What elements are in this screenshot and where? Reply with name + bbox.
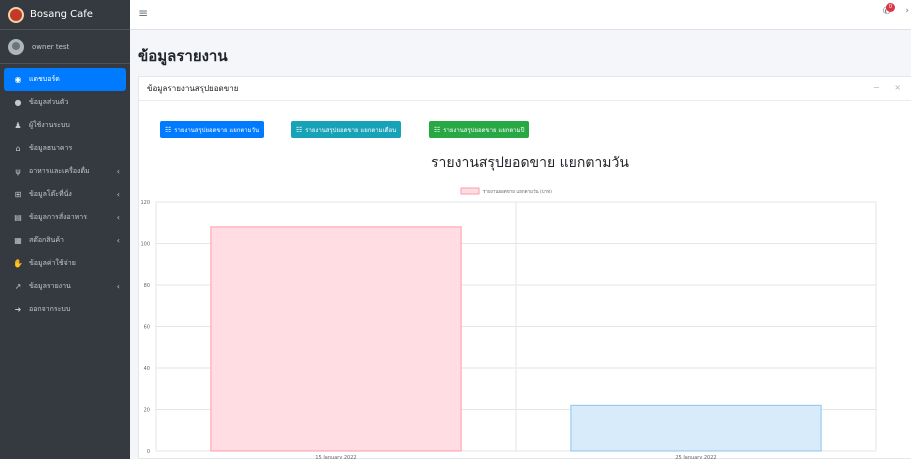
card-tools[interactable]: − ×: [873, 83, 907, 92]
chart-icon: ☷: [434, 125, 441, 134]
chevron-right-icon[interactable]: ›: [905, 6, 909, 16]
user-panel[interactable]: owner test: [0, 30, 130, 64]
chevron-left-icon: ‹: [116, 236, 120, 245]
brand-logo-icon: [8, 6, 24, 23]
bar-1: [570, 404, 822, 452]
sidebar-item-label: ผู้ใช้งานระบบ: [29, 121, 70, 129]
topbar: ≡ ✆ 0 ›: [130, 0, 911, 30]
dashboard-icon: ◉: [14, 75, 22, 84]
utensils-icon: ψ: [15, 167, 21, 176]
chevron-left-icon: ‹: [116, 190, 120, 199]
daily-report-button[interactable]: ☷ รายงานสรุปยอดขาย แยกตามวัน: [160, 121, 265, 138]
menu-toggle-icon[interactable]: ≡: [138, 6, 148, 20]
x-tick-label: 25 January 2022: [675, 455, 716, 459]
sidebar-item-label: ข้อมูลส่วนตัว: [29, 98, 69, 106]
y-tick-label: 60: [144, 325, 150, 331]
sidebar-item-9[interactable]: ↗ ข้อมูลรายงาน ‹: [4, 275, 126, 298]
daily-report-label: รายงานสรุปยอดขาย แยกตามวัน: [174, 126, 260, 134]
sidebar-item-label: ข้อมูลค่าใช้จ่าย: [29, 259, 76, 267]
sidebar-item-8[interactable]: ✋ ข้อมูลค่าใช้จ่าย: [4, 252, 126, 275]
y-tick-label: 20: [144, 408, 150, 414]
sidebar-item-3[interactable]: ⌂ ข้อมูลธนาคาร: [4, 137, 126, 160]
yearly-report-label: รายงานสรุปยอดขาย แยกตามปี: [443, 126, 525, 134]
user-circle-icon: ●: [14, 98, 22, 107]
legend-label: รายงานยอดขาย แยกตามวัน (บาท): [483, 189, 552, 195]
y-tick-label: 120: [140, 200, 150, 206]
sidebar-item-label: แดชบอร์ด: [29, 75, 60, 83]
users-icon: ♟: [14, 121, 22, 130]
legend-swatch: [460, 187, 480, 195]
receipt-icon: ▤: [14, 213, 22, 222]
y-tick-label: 0: [147, 449, 150, 455]
sidebar-item-label: อาหารและเครื่องดื่ม: [29, 167, 90, 175]
y-tick-label: 80: [144, 283, 150, 289]
monthly-report-button[interactable]: ☷ รายงานสรุปยอดขาย แยกตามเดือน: [291, 121, 402, 138]
sidebar-nav: ◉ แดชบอร์ด ● ข้อมูลส่วนตัว ♟ ผู้ใช้งานระบบ ⌂ ข้…: [0, 64, 130, 321]
sidebar-item-label: ออกจากระบบ: [29, 305, 71, 313]
sidebar-item-6[interactable]: ▤ ข้อมูลการสั่งอาหาร ‹: [4, 206, 126, 229]
sidebar-item-10[interactable]: ➜ ออกจากระบบ: [4, 298, 126, 321]
bank-icon: ⌂: [15, 144, 21, 153]
sidebar: Bosang Cafe owner test ◉ แดชบอร์ด ● ข้อมูลส…: [0, 0, 130, 459]
line-chart-icon: ↗: [14, 282, 22, 291]
sidebar-item-5[interactable]: ⊞ ข้อมูลโต๊ะที่นั่ง ‹: [4, 183, 126, 206]
card-header: ข้อมูลรายงานสรุปยอดขาย − ×: [139, 77, 911, 101]
table-icon: ⊞: [14, 190, 22, 199]
sales-chart: 0 20 40 60 80 100 120 15 January 2022 25 January…: [140, 187, 877, 459]
sidebar-item-1[interactable]: ● ข้อมูลส่วนตัว: [4, 91, 126, 114]
sidebar-item-0[interactable]: ◉ แดชบอร์ด: [4, 68, 126, 91]
report-title: รายงานสรุปยอดขาย แยกตามวัน: [431, 155, 629, 171]
sidebar-item-label: ข้อมูลรายงาน: [29, 282, 71, 290]
brand-name: Bosang Cafe: [30, 9, 93, 20]
avatar: [8, 38, 24, 55]
card-title: ข้อมูลรายงานสรุปยอดขาย: [147, 84, 239, 93]
sign-out-icon: ➜: [14, 305, 22, 314]
yearly-report-button[interactable]: ☷ รายงานสรุปยอดขาย แยกตามปี: [429, 121, 530, 138]
boxes-icon: ▦: [14, 236, 22, 245]
monthly-report-label: รายงานสรุปยอดขาย แยกตามเดือน: [305, 126, 397, 134]
chevron-left-icon: ‹: [116, 213, 120, 222]
notification-badge: 0: [886, 3, 895, 12]
sidebar-item-label: ข้อมูลธนาคาร: [29, 144, 73, 152]
y-tick-label: 40: [144, 366, 150, 372]
sidebar-item-label: สต๊อกสินค้า: [29, 236, 64, 244]
sidebar-item-4[interactable]: ψ อาหารและเครื่องดื่ม ‹: [4, 160, 126, 183]
chevron-left-icon: ‹: [116, 282, 120, 291]
chevron-left-icon: ‹: [116, 167, 120, 176]
sidebar-item-label: ข้อมูลโต๊ะที่นั่ง: [29, 190, 72, 198]
bar-0: [210, 226, 462, 452]
money-hand-icon: ✋: [13, 259, 23, 268]
sidebar-item-label: ข้อมูลการสั่งอาหาร: [29, 213, 87, 221]
x-tick-label: 15 January 2022: [315, 455, 356, 459]
sidebar-item-7[interactable]: ▦ สต๊อกสินค้า ‹: [4, 229, 126, 252]
user-name: owner test: [32, 42, 70, 51]
sidebar-item-2[interactable]: ♟ ผู้ใช้งานระบบ: [4, 114, 126, 137]
page-title: ข้อมูลรายงาน: [138, 47, 228, 65]
chart-icon: ☷: [165, 125, 172, 134]
brand[interactable]: Bosang Cafe: [0, 0, 130, 30]
chart-icon: ☷: [296, 125, 303, 134]
y-tick-label: 100: [140, 242, 150, 248]
